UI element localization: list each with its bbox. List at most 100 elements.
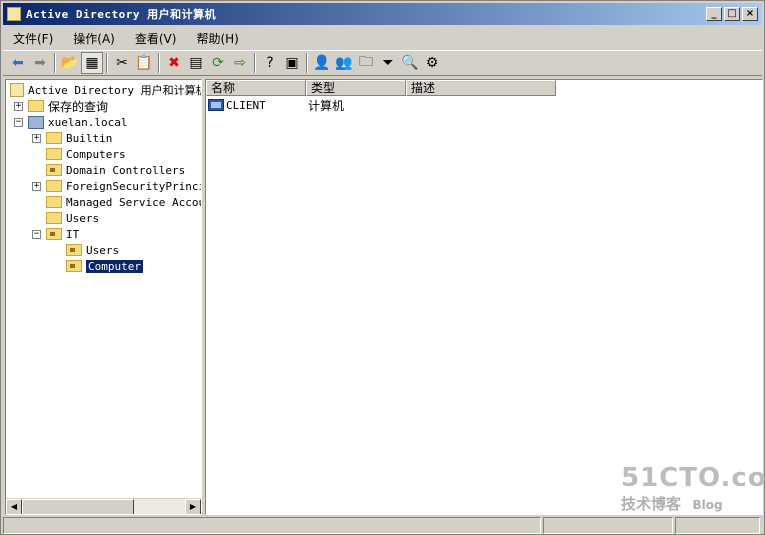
- tree-root[interactable]: Active Directory 用户和计算机: [10, 82, 202, 98]
- tree-item-saved-queries[interactable]: 保存的查询: [28, 98, 108, 114]
- tree-item-label: 保存的查询: [48, 99, 109, 114]
- ou-icon: [46, 164, 62, 176]
- toolbar: ⬅ ➡ 📂 ▦ ✂ 📋 ✖ ▤ ⟳ ⇨? ▣ 👤 👥 🗀 ⏷ 🔍 ⚙: [3, 50, 762, 76]
- window-title: Active Directory 用户和计算机: [26, 8, 217, 21]
- tree-item-it-child[interactable]: Users: [66, 242, 119, 258]
- expand-toggle[interactable]: −: [32, 230, 41, 239]
- tree-item-label: Builtin: [66, 131, 113, 145]
- expand-toggle[interactable]: +: [32, 134, 41, 143]
- collapse-domain[interactable]: −: [14, 118, 23, 127]
- help-icon[interactable]: ?: [259, 52, 281, 74]
- scroll-thumb[interactable]: [22, 499, 134, 514]
- tree-item-label: xuelan.local: [48, 115, 128, 129]
- aduc-app-icon: [7, 7, 21, 21]
- tree-item-label: IT: [66, 227, 80, 241]
- menu-action[interactable]: 操作(A): [63, 28, 125, 49]
- up-folder-icon[interactable]: 📂: [59, 52, 81, 74]
- properties-icon[interactable]: ▤: [185, 52, 207, 74]
- column-header-description[interactable]: 描述: [406, 80, 556, 96]
- folder-icon: [46, 196, 62, 208]
- tree-item-container[interactable]: Computers: [46, 146, 126, 162]
- list-header: 名称 类型 描述: [206, 80, 556, 96]
- ou-icon: [46, 228, 62, 240]
- folder-icon: [46, 180, 62, 192]
- column-header-name[interactable]: 名称: [206, 80, 306, 96]
- tree-item-container[interactable]: ForeignSecurityPrincip: [46, 178, 202, 194]
- status-cell-2: [543, 517, 673, 534]
- tree-item-label: Domain Controllers: [66, 163, 186, 177]
- details-pane: 名称 类型 描述 CLIENT 计算机: [205, 79, 763, 515]
- watermark-subtitle: 技术博客: [621, 495, 682, 513]
- tree-item-container[interactable]: Users: [46, 210, 99, 226]
- maximize-button[interactable]: □: [724, 7, 740, 21]
- minimize-button[interactable]: _: [706, 7, 722, 21]
- tree-item-container[interactable]: Managed Service Accour: [46, 194, 202, 210]
- horizontal-scrollbar[interactable]: ◀ ▶: [6, 498, 201, 514]
- tree-item-domain[interactable]: xuelan.local: [28, 114, 127, 130]
- domain-icon: [28, 115, 44, 129]
- scroll-right-button[interactable]: ▶: [185, 499, 201, 514]
- folder-icon: [46, 212, 62, 224]
- status-cell-main: [3, 517, 541, 534]
- computer-icon: [208, 99, 224, 111]
- menu-file[interactable]: 文件(F): [3, 28, 63, 49]
- tree-root-label: Active Directory 用户和计算机: [28, 84, 202, 97]
- tree-item-container[interactable]: Domain Controllers: [46, 162, 185, 178]
- status-bar: [3, 517, 762, 534]
- ou-icon: [66, 260, 82, 272]
- watermark-logo-text: 51CTO.com: [621, 463, 765, 493]
- refresh-icon[interactable]: ⟳: [207, 52, 229, 74]
- folder-icon: [46, 132, 62, 144]
- menu-help[interactable]: 帮助(H): [186, 28, 248, 49]
- back-icon[interactable]: ⬅: [7, 52, 29, 74]
- export-list-icon[interactable]: ⇨: [229, 52, 251, 74]
- status-cell-3: [675, 517, 760, 534]
- cell-type: 计算机: [308, 98, 345, 113]
- menu-bar: 文件(F) 操作(A) 查看(V) 帮助(H): [3, 27, 249, 49]
- tree-item-container[interactable]: Builtin: [46, 130, 112, 146]
- show-hide-tree-icon[interactable]: ▦: [81, 52, 103, 74]
- filter-icon[interactable]: ⏷: [377, 52, 399, 74]
- new-user-icon[interactable]: 👤: [311, 52, 333, 74]
- watermark-blog: Blog: [692, 498, 723, 512]
- column-header-type[interactable]: 类型: [306, 80, 406, 96]
- find-icon[interactable]: 🔍: [399, 52, 421, 74]
- tree-item-it-child[interactable]: Computer: [66, 258, 144, 274]
- tree-item-label: ForeignSecurityPrincip: [66, 179, 202, 193]
- action-pane-icon[interactable]: ▣: [281, 52, 303, 74]
- tree-item-label: Users: [86, 243, 120, 257]
- toolbar-separator: [158, 53, 160, 73]
- list-item[interactable]: CLIENT 计算机: [208, 97, 408, 113]
- tree-item-label: Computers: [66, 147, 126, 161]
- copy-icon[interactable]: 📋: [133, 52, 155, 74]
- ou-icon: [66, 244, 82, 256]
- menu-view[interactable]: 查看(V): [125, 28, 187, 49]
- toolbar-separator: [54, 53, 56, 73]
- scroll-left-button[interactable]: ◀: [6, 499, 22, 514]
- tree-item-label: Managed Service Accour: [66, 195, 202, 209]
- toolbar-separator: [106, 53, 108, 73]
- folder-icon: [46, 148, 62, 160]
- delete-icon[interactable]: ✖: [163, 52, 185, 74]
- cell-name: CLIENT: [226, 98, 266, 112]
- tree-item-container[interactable]: IT: [46, 226, 79, 242]
- folder-icon: [28, 100, 44, 112]
- new-group-icon[interactable]: 👥: [333, 52, 355, 74]
- cut-icon[interactable]: ✂: [111, 52, 133, 74]
- toolbar-separator: [306, 53, 308, 73]
- selected-tree-item-label: Computer: [85, 258, 144, 274]
- watermark: 51CTO.com 技术博客 Blog: [621, 463, 765, 514]
- title-bar[interactable]: Active Directory 用户和计算机 _ □ ×: [3, 3, 762, 25]
- expand-toggle[interactable]: +: [32, 182, 41, 191]
- new-ou-icon[interactable]: 🗀: [355, 52, 377, 74]
- tree-item-label: Users: [66, 211, 100, 225]
- console-tree: Active Directory 用户和计算机 + 保存的查询 − xuelan…: [6, 80, 201, 497]
- console-root-icon: [10, 83, 24, 97]
- forward-icon[interactable]: ➡: [29, 52, 51, 74]
- tree-pane: Active Directory 用户和计算机 + 保存的查询 − xuelan…: [5, 79, 202, 515]
- close-button[interactable]: ×: [742, 7, 758, 21]
- expand-saved-queries[interactable]: +: [14, 102, 23, 111]
- app-window: Active Directory 用户和计算机 _ □ × 文件(F) 操作(A…: [0, 0, 765, 535]
- add-to-group-icon[interactable]: ⚙: [421, 52, 443, 74]
- toolbar-separator: [254, 53, 256, 73]
